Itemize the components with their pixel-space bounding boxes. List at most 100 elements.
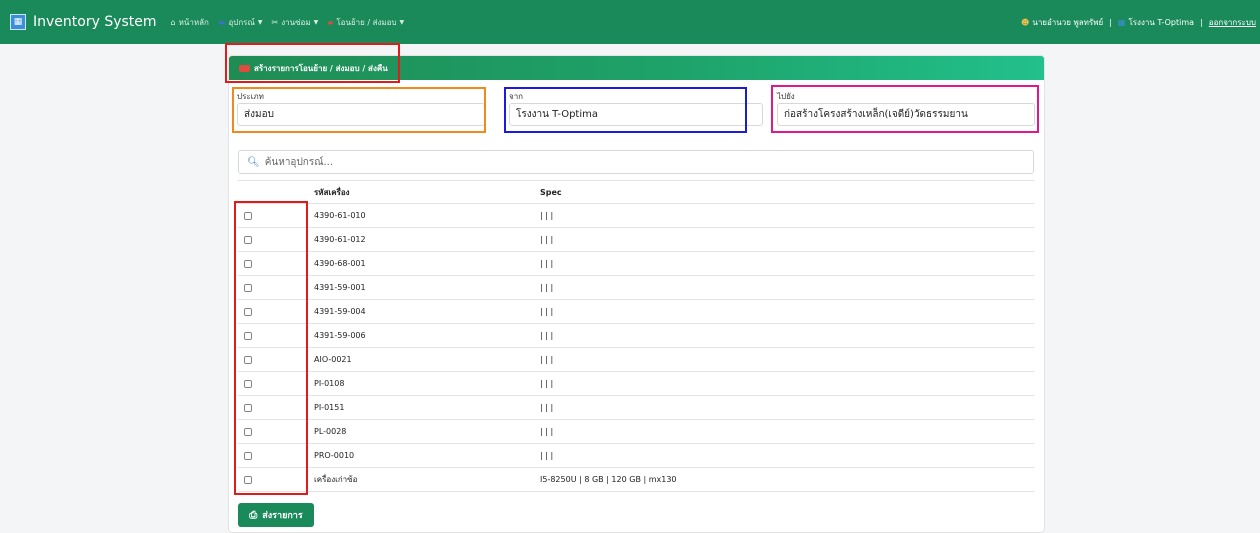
row-spec: | | | [534, 395, 1034, 420]
table-header-row: รหัสเครื่อง Spec [238, 180, 1034, 204]
row-spec: | | | [534, 323, 1034, 348]
search-icon: 🔍︎ [247, 156, 260, 168]
table-row[interactable]: AIO-0021 | | | [238, 347, 1034, 372]
row-select-cell [238, 467, 308, 492]
row-checkbox[interactable] [244, 235, 252, 244]
table-row[interactable]: 4391-59-004 | | | [238, 299, 1034, 324]
table-row[interactable]: 4390-61-012 | | | [238, 227, 1034, 252]
row-code: PI-0108 [308, 371, 534, 396]
site-name: โรงงาน T-Optima [1128, 17, 1195, 27]
from-field: จาก โรงงาน T-Optima [509, 90, 763, 130]
logout-link[interactable]: ออกจากระบบ [1209, 16, 1256, 29]
chevron-down-icon: ▼ [399, 18, 405, 26]
row-select-cell [238, 275, 308, 300]
row-spec: | | | [534, 227, 1034, 252]
transfer-card: สร้างรายการโอนย้าย / ส่งมอบ / ส่งคืน ประ… [228, 55, 1045, 533]
separator: | [1109, 17, 1112, 27]
separator: | [1200, 17, 1203, 27]
table-row[interactable]: เครื่องเก่าซ้อ I5-8250U | 8 GB | 120 GB |… [238, 467, 1034, 492]
row-select-cell [238, 251, 308, 276]
row-checkbox[interactable] [244, 331, 252, 340]
row-code: เครื่องเก่าซ้อ [308, 467, 534, 492]
table-row[interactable]: 4391-59-006 | | | [238, 323, 1034, 348]
nav-equipment-label: อุปกรณ์ [228, 17, 255, 27]
chevron-down-icon: ▼ [313, 18, 319, 26]
type-select[interactable]: ส่งมอบ [237, 103, 485, 126]
row-checkbox[interactable] [244, 307, 252, 316]
row-spec: | | | [534, 347, 1034, 372]
row-checkbox[interactable] [244, 283, 252, 292]
row-code: 4390-68-001 [308, 251, 534, 276]
column-header-code: รหัสเครื่อง [308, 180, 534, 204]
row-checkbox[interactable] [244, 403, 252, 412]
to-select[interactable]: ก่อสร้างโครงสร้างเหล็ก(เจดีย์)วัดธรรมยาน [777, 103, 1035, 126]
row-select-cell [238, 443, 308, 468]
row-select-cell [238, 347, 308, 372]
row-select-cell [238, 419, 308, 444]
row-select-cell [238, 299, 308, 324]
nav-home[interactable]: ⌂ หน้าหลัก [171, 16, 209, 29]
row-code: 4390-61-010 [308, 203, 534, 228]
row-code: PL-0028 [308, 419, 534, 444]
row-code: PRO-0010 [308, 443, 534, 468]
truck-icon: ▰ [327, 17, 334, 27]
row-select-cell [238, 395, 308, 420]
row-code: 4391-59-006 [308, 323, 534, 348]
row-spec: | | | [534, 443, 1034, 468]
grid-logo-icon: ▦ [10, 14, 26, 30]
table-row[interactable]: PI-0108 | | | [238, 371, 1034, 396]
row-spec: | | | [534, 419, 1034, 444]
row-checkbox[interactable] [244, 475, 252, 484]
submit-label: ส่งรายการ [262, 511, 303, 521]
row-spec: | | | [534, 251, 1034, 276]
user-name: นายอำนวย พูลทรัพย์ [1032, 17, 1104, 27]
nav-home-label: หน้าหลัก [178, 17, 209, 27]
row-checkbox[interactable] [244, 379, 252, 388]
card-title: สร้างรายการโอนย้าย / ส่งมอบ / ส่งคืน [254, 63, 388, 73]
printer-icon: ⎙ [249, 509, 258, 521]
search-placeholder: ค้นหาอุปกรณ์... [264, 156, 334, 168]
user-area: ☻ นายอำนวย พูลทรัพย์ | ▦ โรงงาน T-Optima… [1021, 0, 1256, 44]
search-input[interactable]: 🔍︎ ค้นหาอุปกรณ์... [238, 150, 1034, 174]
row-checkbox[interactable] [244, 211, 252, 220]
nav-transfer[interactable]: ▰ โอนย้าย / ส่งมอบ ▼ [327, 16, 404, 29]
chevron-down-icon: ▼ [257, 18, 263, 26]
from-input[interactable]: โรงงาน T-Optima [509, 103, 763, 126]
row-checkbox[interactable] [244, 259, 252, 268]
row-spec: | | | [534, 299, 1034, 324]
table-row[interactable]: PRO-0010 | | | [238, 443, 1034, 468]
nav-transfer-label: โอนย้าย / ส่งมอบ [336, 17, 397, 27]
column-header-spec: Spec [534, 180, 1034, 204]
equipment-table: รหัสเครื่อง Spec 4390-61-010 | | | 4390-61… [238, 180, 1034, 492]
user-icon: ☻ [1021, 17, 1030, 27]
nav-equipment[interactable]: ▬ อุปกรณ์ ▼ [218, 16, 263, 29]
home-icon: ⌂ [170, 17, 176, 27]
table-row[interactable]: 4391-59-001 | | | [238, 275, 1034, 300]
row-select-cell [238, 371, 308, 396]
truck-icon [239, 64, 250, 72]
column-header-select [238, 180, 308, 204]
brand-title: Inventory System [33, 14, 157, 30]
building-icon: ▦ [1117, 17, 1126, 27]
table-row[interactable]: PL-0028 | | | [238, 419, 1034, 444]
row-code: PI-0151 [308, 395, 534, 420]
table-row[interactable]: PI-0151 | | | [238, 395, 1034, 420]
brand[interactable]: ▦ Inventory System [10, 14, 157, 30]
table-row[interactable]: 4390-61-010 | | | [238, 203, 1034, 228]
from-label: จาก [509, 92, 524, 101]
row-spec: | | | [534, 371, 1034, 396]
row-spec: | | | [534, 203, 1034, 228]
row-checkbox[interactable] [244, 427, 252, 436]
row-code: 4391-59-001 [308, 275, 534, 300]
nav-repair-label: งานซ่อม [281, 17, 311, 27]
laptop-icon: ▬ [217, 17, 226, 27]
row-spec: I5-8250U | 8 GB | 120 GB | mx130 [534, 467, 1034, 492]
row-checkbox[interactable] [244, 355, 252, 364]
table-row[interactable]: 4390-68-001 | | | [238, 251, 1034, 276]
row-select-cell [238, 227, 308, 252]
row-checkbox[interactable] [244, 451, 252, 460]
row-code: 4391-59-004 [308, 299, 534, 324]
nav-repair[interactable]: ✂ งานซ่อม ▼ [272, 16, 319, 29]
type-field: ประเภท ส่งมอบ [237, 90, 485, 130]
submit-button[interactable]: ⎙ ส่งรายการ [238, 503, 314, 527]
